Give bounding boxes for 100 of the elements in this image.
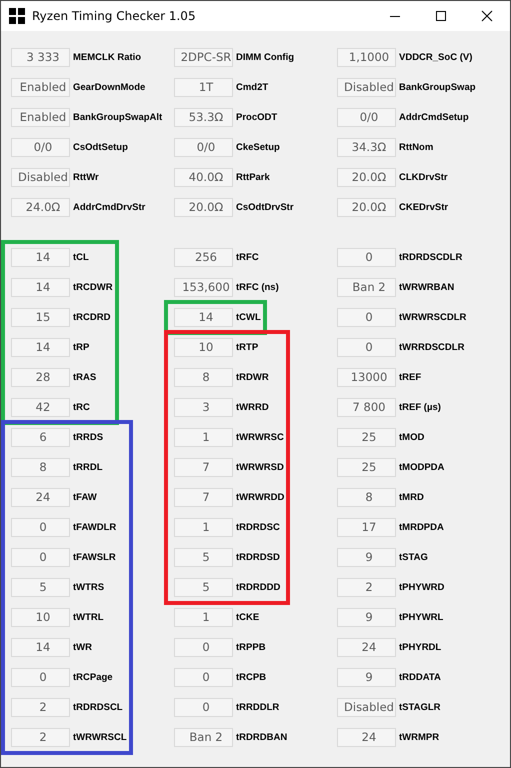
value-field[interactable]: 2 bbox=[11, 728, 70, 746]
field-label: VDDCR_SoC (V) bbox=[399, 52, 472, 62]
field-label: tRAS bbox=[73, 372, 96, 382]
value-field[interactable]: 1 bbox=[174, 608, 233, 626]
field-label: tPHYRDL bbox=[399, 642, 442, 652]
field-label: tRRDDLR bbox=[236, 702, 280, 712]
value-field[interactable]: 3 333 bbox=[11, 48, 70, 66]
value-field[interactable]: 14 bbox=[11, 338, 70, 356]
value-field[interactable]: 20.0Ω bbox=[174, 198, 233, 216]
value-field[interactable]: 0/0 bbox=[174, 138, 233, 156]
field-label: tRRDS bbox=[73, 432, 104, 442]
value-field[interactable]: 25 bbox=[337, 428, 396, 446]
field-label: tRP bbox=[73, 342, 90, 352]
value-field[interactable]: 53.3Ω bbox=[174, 108, 233, 126]
value-field[interactable]: 2 bbox=[337, 578, 396, 596]
field-label: tWRWRBAN bbox=[399, 282, 454, 292]
value-field[interactable]: 13000 bbox=[337, 368, 396, 386]
value-field[interactable]: 17 bbox=[337, 518, 396, 536]
value-field[interactable]: 9 bbox=[337, 668, 396, 686]
field-label: CkeSetup bbox=[236, 142, 280, 152]
value-field[interactable]: 5 bbox=[174, 578, 233, 596]
value-field[interactable]: 2DPC-SR bbox=[174, 48, 233, 66]
field-label: ProcODT bbox=[236, 112, 278, 122]
field-label: tRPPB bbox=[236, 642, 266, 652]
value-field[interactable]: 15 bbox=[11, 308, 70, 326]
field-label: tWRWRDD bbox=[236, 492, 284, 502]
value-field[interactable]: 0 bbox=[11, 548, 70, 566]
value-field[interactable]: 0 bbox=[337, 338, 396, 356]
value-field[interactable]: 1T bbox=[174, 78, 233, 96]
value-field[interactable]: 0 bbox=[174, 668, 233, 686]
field-label: tRDRDSD bbox=[236, 552, 280, 562]
value-field[interactable]: 0 bbox=[337, 308, 396, 326]
value-field[interactable]: 20.0Ω bbox=[337, 168, 396, 186]
field-label: tWR bbox=[73, 642, 92, 652]
field-label: BankGroupSwapAlt bbox=[73, 112, 162, 122]
value-field[interactable]: 25 bbox=[337, 458, 396, 476]
value-field[interactable]: 14 bbox=[11, 248, 70, 266]
field-label: MEMCLK Ratio bbox=[73, 52, 142, 62]
value-field[interactable]: 3 bbox=[174, 398, 233, 416]
value-field[interactable]: 6 bbox=[11, 428, 70, 446]
value-field[interactable]: 1,1000 bbox=[337, 48, 396, 66]
value-field[interactable]: 24 bbox=[337, 638, 396, 656]
value-field[interactable]: 153,600 bbox=[174, 278, 233, 296]
field-label: tPHYWRL bbox=[399, 612, 444, 622]
field-label: tRDRDDD bbox=[236, 582, 280, 592]
value-field[interactable]: 24 bbox=[11, 488, 70, 506]
value-field[interactable]: 8 bbox=[11, 458, 70, 476]
value-field[interactable]: 0 bbox=[11, 668, 70, 686]
field-label: RttPark bbox=[236, 172, 270, 182]
value-field[interactable]: 7 800 bbox=[337, 398, 396, 416]
value-field[interactable]: 2 bbox=[11, 698, 70, 716]
value-field[interactable]: 0/0 bbox=[11, 138, 70, 156]
field-label: tRDRDBAN bbox=[236, 732, 288, 742]
value-field[interactable]: Disabled bbox=[337, 78, 396, 96]
value-field[interactable]: 5 bbox=[11, 578, 70, 596]
value-field[interactable]: 1 bbox=[174, 428, 233, 446]
value-field[interactable]: 24.0Ω bbox=[11, 198, 70, 216]
value-field[interactable]: 24 bbox=[337, 728, 396, 746]
value-field[interactable]: 20.0Ω bbox=[337, 198, 396, 216]
value-field[interactable]: 10 bbox=[174, 338, 233, 356]
field-label: CsOdtDrvStr bbox=[236, 202, 294, 212]
value-field[interactable]: 7 bbox=[174, 458, 233, 476]
field-label: tREF bbox=[399, 372, 422, 382]
value-field[interactable]: 0 bbox=[174, 698, 233, 716]
value-field[interactable]: Disabled bbox=[11, 168, 70, 186]
value-field[interactable]: Ban 2 bbox=[174, 728, 233, 746]
value-field[interactable]: 0 bbox=[337, 248, 396, 266]
field-label: tRDRDSCDLR bbox=[399, 252, 462, 262]
field-label: CKEDrvStr bbox=[399, 202, 448, 212]
value-field[interactable]: 14 bbox=[11, 278, 70, 296]
value-field[interactable]: 40.0Ω bbox=[174, 168, 233, 186]
value-field[interactable]: Enabled bbox=[11, 108, 70, 126]
field-label: tCWL bbox=[236, 312, 261, 322]
value-field[interactable]: 28 bbox=[11, 368, 70, 386]
value-field[interactable]: Disabled bbox=[337, 698, 396, 716]
field-label: tRCDRD bbox=[73, 312, 110, 322]
app-icon bbox=[9, 8, 25, 24]
field-label: tRC bbox=[73, 402, 90, 412]
value-field[interactable]: 7 bbox=[174, 488, 233, 506]
value-field[interactable]: 5 bbox=[174, 548, 233, 566]
value-field[interactable]: Ban 2 bbox=[337, 278, 396, 296]
value-field[interactable]: 256 bbox=[174, 248, 233, 266]
value-field[interactable]: 0 bbox=[11, 518, 70, 536]
field-label: tCL bbox=[73, 252, 89, 262]
value-field[interactable]: 0/0 bbox=[337, 108, 396, 126]
value-field[interactable]: 14 bbox=[174, 308, 233, 326]
value-field[interactable]: 9 bbox=[337, 608, 396, 626]
value-field[interactable]: 8 bbox=[174, 368, 233, 386]
field-label: RttNom bbox=[399, 142, 434, 152]
value-field[interactable]: 0 bbox=[174, 638, 233, 656]
value-field[interactable]: 10 bbox=[11, 608, 70, 626]
value-field[interactable]: 8 bbox=[337, 488, 396, 506]
value-field[interactable]: 42 bbox=[11, 398, 70, 416]
value-field[interactable]: 14 bbox=[11, 638, 70, 656]
value-field[interactable]: 9 bbox=[337, 548, 396, 566]
value-field[interactable]: Enabled bbox=[11, 78, 70, 96]
value-field[interactable]: 1 bbox=[174, 518, 233, 536]
field-label: tWRWRSC bbox=[236, 432, 284, 442]
field-label: tMODPDA bbox=[399, 462, 444, 472]
value-field[interactable]: 34.3Ω bbox=[337, 138, 396, 156]
